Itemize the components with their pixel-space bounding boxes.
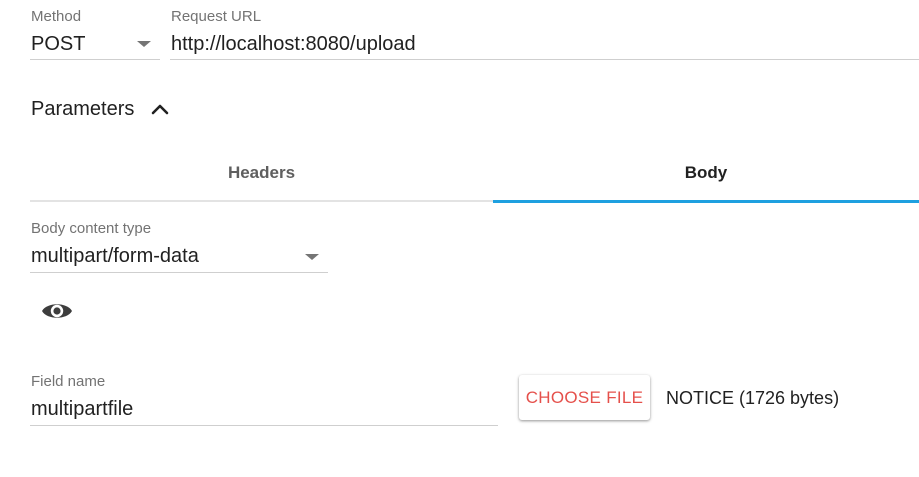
tab-body-label: Body — [684, 163, 728, 182]
method-label: Method — [31, 8, 82, 25]
method-underline — [30, 59, 160, 60]
chevron-down-icon[interactable] — [137, 41, 151, 47]
tab-headers-label: Headers — [227, 163, 296, 182]
request-url-underline — [170, 59, 919, 60]
request-url-label: Request URL — [171, 8, 262, 25]
file-info: NOTICE (1726 bytes) — [666, 388, 840, 408]
chevron-down-icon[interactable] — [305, 254, 319, 260]
body-content-type-value[interactable]: multipart/form-data — [31, 246, 199, 266]
tab-active-indicator — [493, 200, 919, 203]
method-value[interactable]: POST — [31, 34, 85, 54]
choose-file-button[interactable]: CHOOSE FILE — [519, 375, 650, 420]
chevron-up-icon[interactable] — [150, 99, 170, 119]
tab-body[interactable]: Body — [493, 145, 919, 201]
field-name-input[interactable]: multipartfile — [31, 399, 133, 419]
eye-icon[interactable] — [40, 296, 74, 326]
body-content-type-label: Body content type — [31, 220, 152, 237]
request-url-input[interactable]: http://localhost:8080/upload — [171, 34, 416, 54]
body-content-type-underline — [30, 272, 328, 273]
parameters-toggle[interactable]: Parameters — [31, 96, 170, 122]
tab-headers[interactable]: Headers — [30, 145, 493, 201]
tab-divider — [30, 200, 493, 202]
field-name-underline — [30, 425, 498, 426]
parameters-title: Parameters — [31, 97, 135, 120]
field-name-label: Field name — [31, 373, 106, 390]
choose-file-label: CHOOSE FILE — [525, 387, 644, 407]
